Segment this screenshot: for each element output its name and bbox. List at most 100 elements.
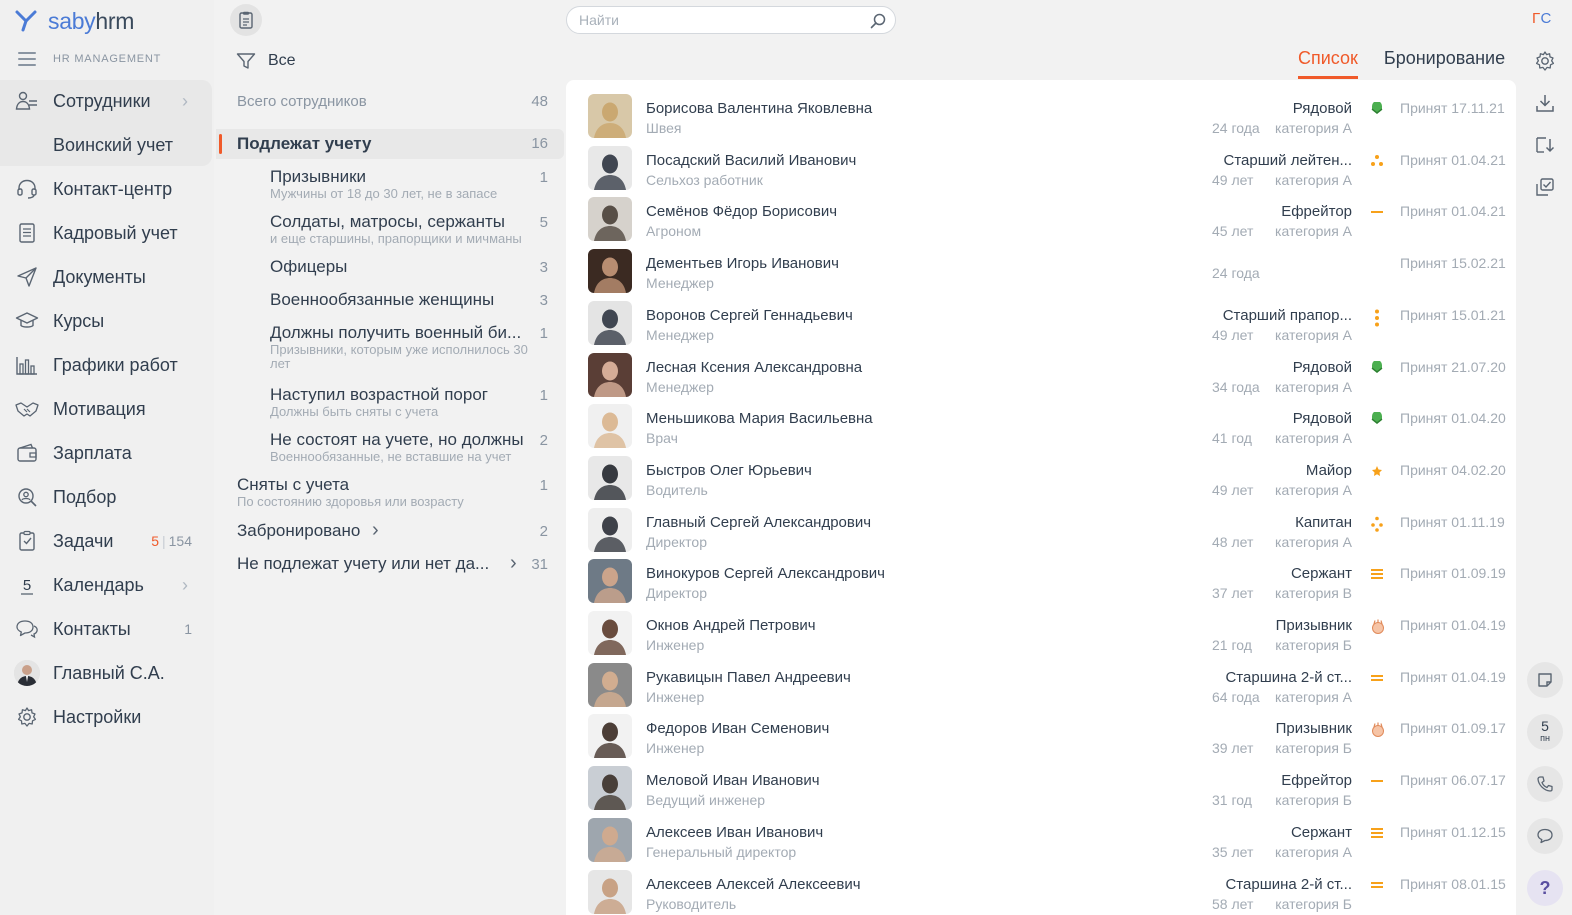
- nav-item-label: Зарплата: [53, 442, 132, 463]
- employee-row[interactable]: Алексеев Иван Иванович Генеральный директ…: [566, 812, 1516, 864]
- employee-name[interactable]: Винокуров Сергей Александрович: [646, 565, 885, 582]
- group-count: 31: [531, 556, 548, 573]
- employee-hire-date: Принят 01.04.19: [1400, 617, 1506, 633]
- group-item[interactable]: Всего сотрудников 48: [216, 84, 564, 118]
- employee-name[interactable]: Алексеев Алексей Алексеевич: [646, 876, 861, 893]
- employee-name[interactable]: Дементьев Игорь Иванович: [646, 255, 839, 272]
- nav-item-label: Настройки: [53, 706, 142, 727]
- employee-position: Инженер: [646, 637, 705, 653]
- tab-list[interactable]: Список: [1298, 48, 1358, 79]
- employee-row[interactable]: Меловой Иван Иванович Ведущий инженер Ефре…: [566, 760, 1516, 812]
- employee-row[interactable]: Федоров Иван Семенович Инженер Призывник 39…: [566, 708, 1516, 760]
- employee-row[interactable]: Алексеев Алексей Алексеевич Руководитель С…: [566, 864, 1516, 915]
- employee-row[interactable]: Воронов Сергей Геннадьевич Менеджер Старши…: [566, 295, 1516, 347]
- chevron-right-icon[interactable]: ›: [182, 91, 188, 112]
- nav-item-6[interactable]: Графики работ: [0, 345, 212, 385]
- employee-category: категория А: [1275, 378, 1352, 395]
- group-item[interactable]: Призывники Мужчины от 18 до 30 лет, не в …: [216, 167, 564, 207]
- mark-items-button[interactable]: [1527, 169, 1563, 205]
- nav-item-8[interactable]: Зарплата: [0, 433, 212, 473]
- nav-item-7[interactable]: Мотивация: [0, 389, 212, 429]
- employee-row[interactable]: Лесная Ксения Александровна Менеджер Рядов…: [566, 347, 1516, 399]
- employee-name[interactable]: Посадский Василий Иванович: [646, 152, 856, 169]
- employee-name[interactable]: Семёнов Фёдор Борисович: [646, 203, 837, 220]
- employee-name[interactable]: Рукавицын Павел Андреевич: [646, 669, 851, 686]
- chevron-right-icon[interactable]: ›: [510, 552, 517, 575]
- employee-category: категория В: [1275, 585, 1352, 602]
- nav-item-4[interactable]: Документы: [0, 257, 212, 297]
- nav-item-0[interactable]: Сотрудники ›: [0, 81, 212, 121]
- employee-row[interactable]: Быстров Олег Юрьевич Водитель Майор 49 лет к…: [566, 450, 1516, 502]
- settings-button[interactable]: [1527, 43, 1563, 79]
- group-item[interactable]: Солдаты, матросы, сержанты и еще старшины…: [216, 212, 564, 252]
- filter-button[interactable]: Все: [236, 52, 296, 70]
- employee-rank: Рядовой: [1292, 358, 1352, 376]
- nav-item-3[interactable]: Кадровый учет: [0, 213, 212, 253]
- nav-item-label: Воинский учет: [53, 134, 174, 155]
- headset-icon: [14, 176, 40, 202]
- employee-name[interactable]: Федоров Иван Семенович: [646, 720, 829, 737]
- employee-name[interactable]: Быстров Олег Юрьевич: [646, 462, 812, 479]
- chat-button[interactable]: [1527, 818, 1563, 854]
- group-item[interactable]: Должны получить военный би... Призывники,…: [216, 323, 564, 375]
- employee-row[interactable]: Рукавицын Павел Андреевич Инженер Старшина…: [566, 657, 1516, 709]
- employee-name[interactable]: Меньшикова Мария Васильевна: [646, 410, 873, 427]
- employee-row[interactable]: Окнов Андрей Петрович Инженер Призывник 21 …: [566, 605, 1516, 657]
- calendar-button[interactable]: 5 пн: [1527, 714, 1563, 750]
- group-count: 2: [539, 432, 548, 449]
- employee-name[interactable]: Алексеев Иван Иванович: [646, 824, 823, 841]
- help-button[interactable]: ?: [1527, 870, 1563, 906]
- employee-name[interactable]: Борисова Валентина Яковлевна: [646, 100, 872, 117]
- chevron-right-icon[interactable]: ›: [372, 519, 379, 542]
- employee-name[interactable]: Окнов Андрей Петрович: [646, 617, 816, 634]
- employee-row[interactable]: Винокуров Сергей Александрович Директор Се…: [566, 553, 1516, 605]
- search-box[interactable]: [566, 6, 896, 34]
- group-item[interactable]: Не состоят на учете, но должны Военнообяз…: [216, 430, 564, 470]
- group-count: 2: [539, 523, 548, 540]
- search-input[interactable]: [579, 11, 859, 29]
- reports-button[interactable]: [230, 4, 262, 36]
- nav-item-2[interactable]: Контакт-центр: [0, 169, 212, 209]
- group-item[interactable]: Военнообязанные женщины 3: [216, 290, 564, 314]
- group-item[interactable]: Подлежат учету 16: [216, 129, 564, 159]
- phone-button[interactable]: [1527, 766, 1563, 802]
- employee-photo: [588, 507, 632, 552]
- employee-photo: [588, 766, 632, 811]
- nav-item-13[interactable]: Главный С.А.: [0, 653, 212, 693]
- employee-name[interactable]: Лесная Ксения Александровна: [646, 359, 862, 376]
- employee-row[interactable]: Посадский Василий Иванович Сельхоз работн…: [566, 140, 1516, 192]
- nav-item-11[interactable]: 5 Календарь ›: [0, 565, 212, 605]
- employee-row[interactable]: Семёнов Фёдор Борисович Агроном Ефрейтор 45…: [566, 191, 1516, 243]
- employee-name[interactable]: Воронов Сергей Геннадьевич: [646, 307, 853, 324]
- download-button[interactable]: [1527, 85, 1563, 121]
- menu-toggle-icon[interactable]: [18, 52, 36, 66]
- nav-item-5[interactable]: Курсы: [0, 301, 212, 341]
- tab-reservation[interactable]: Бронирование: [1384, 48, 1505, 79]
- chevron-right-icon[interactable]: ›: [182, 575, 188, 596]
- employee-row[interactable]: Меньшикова Мария Васильевна Врач Рядовой 41…: [566, 398, 1516, 450]
- group-item[interactable]: Наступил возрастной порог Должны быть сня…: [216, 385, 564, 425]
- app-logo[interactable]: sabyhrm: [14, 6, 134, 36]
- group-item[interactable]: Не подлежат учету или нет да... › 31: [216, 552, 564, 578]
- nav-item-1[interactable]: Воинский учет: [0, 125, 212, 165]
- nav-item-14[interactable]: Настройки: [0, 697, 212, 737]
- group-item[interactable]: Забронировано › 2: [216, 519, 564, 545]
- search-icon[interactable]: [869, 12, 887, 35]
- rank-one-bar-icon: [1370, 205, 1384, 219]
- employee-row[interactable]: Главный Сергей Александрович Директор Капи…: [566, 502, 1516, 554]
- employee-name[interactable]: Меловой Иван Иванович: [646, 772, 820, 789]
- rank-private-icon: [1370, 411, 1384, 426]
- user-initials[interactable]: ГС: [1532, 10, 1552, 27]
- filter-icon: [236, 53, 256, 69]
- nav-item-10[interactable]: Задачи 5 | 154: [0, 521, 212, 561]
- employee-name[interactable]: Главный Сергей Александрович: [646, 514, 871, 531]
- employee-row[interactable]: Борисова Валентина Яковлевна Швея Рядовой 2…: [566, 88, 1516, 140]
- sort-export-button[interactable]: [1527, 127, 1563, 163]
- employee-row[interactable]: Дементьев Игорь Иванович Менеджер 24 года П…: [566, 243, 1516, 295]
- nav-item-12[interactable]: Контакты 1: [0, 609, 212, 649]
- group-item[interactable]: Офицеры 3: [216, 257, 564, 281]
- group-item[interactable]: Сняты с учета По состоянию здоровья или в…: [216, 475, 564, 515]
- notes-button[interactable]: [1527, 662, 1563, 698]
- nav-item-9[interactable]: Подбор: [0, 477, 212, 517]
- group-subtitle: и еще старшины, прапорщики и мичманы: [270, 231, 522, 246]
